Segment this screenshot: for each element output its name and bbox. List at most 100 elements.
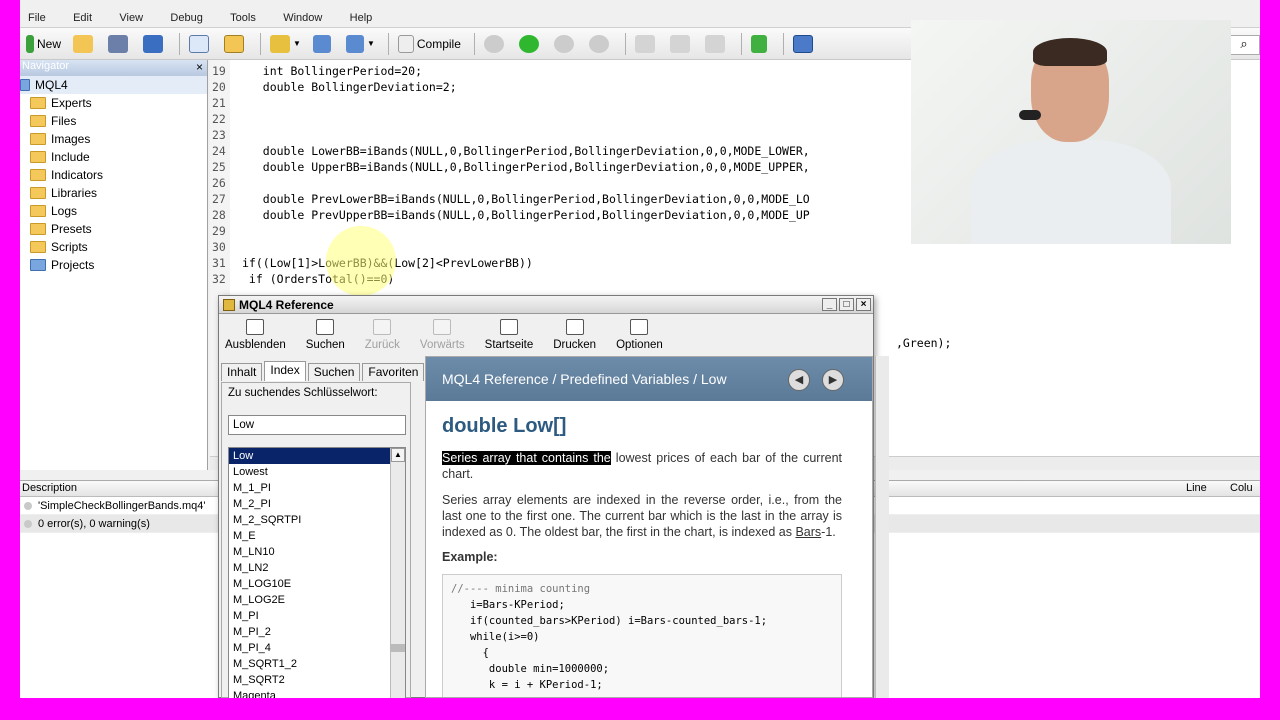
code-line: 20 double BollingerDeviation=2;: [212, 80, 457, 96]
home-button[interactable]: Startseite: [485, 319, 533, 351]
navigator-item-label: Experts: [51, 96, 92, 110]
variables-button[interactable]: [309, 31, 338, 57]
step-into-button[interactable]: [631, 31, 662, 57]
open-button[interactable]: [69, 31, 100, 57]
bars-link[interactable]: Bars: [795, 525, 821, 539]
navigator-item-libraries[interactable]: Libraries: [20, 184, 207, 202]
menu-tools[interactable]: Tools: [230, 12, 256, 24]
stop-icon: [588, 34, 609, 53]
navigator-item-logs[interactable]: Logs: [20, 202, 207, 220]
index-item[interactable]: M_LN2: [229, 560, 405, 576]
tab-contents[interactable]: Inhalt: [221, 363, 263, 381]
forward-button[interactable]: Vorwärts: [420, 319, 465, 351]
menu-window[interactable]: Window: [283, 12, 322, 24]
navigator-item-scripts[interactable]: Scripts: [20, 238, 207, 256]
index-item[interactable]: M_PI_2: [229, 624, 405, 640]
stop-debug-button[interactable]: [585, 31, 616, 57]
printer-icon: [565, 319, 584, 335]
navigator-item-experts[interactable]: Experts: [20, 94, 207, 112]
menu-help[interactable]: Help: [350, 12, 373, 24]
toolbox-toggle-button[interactable]: [220, 31, 251, 57]
info-icon: [24, 501, 32, 510]
hide-button[interactable]: Ausblenden: [225, 319, 286, 351]
menu-view[interactable]: View: [119, 12, 143, 24]
tab-favorites[interactable]: Favoriten: [362, 363, 425, 381]
play-icon: [518, 34, 539, 53]
navigator-item-projects[interactable]: Projects: [20, 256, 207, 274]
prev-topic-button[interactable]: ◀: [788, 369, 810, 391]
options-icon: [630, 319, 649, 335]
column-description[interactable]: Description: [22, 482, 77, 494]
index-item[interactable]: M_SQRT2: [229, 672, 405, 688]
navigator-root[interactable]: MQL4: [20, 76, 207, 94]
navigator-toggle-button[interactable]: [185, 31, 216, 57]
mql-wizard-button[interactable]: ▼: [266, 31, 305, 57]
index-item[interactable]: M_2_PI: [229, 496, 405, 512]
index-item[interactable]: M_LN10: [229, 544, 405, 560]
index-item[interactable]: M_SQRT1_2: [229, 656, 405, 672]
navigator-item-indicators[interactable]: Indicators: [20, 166, 207, 184]
functions-button[interactable]: ▼: [342, 31, 379, 57]
index-item[interactable]: Lowest: [229, 464, 405, 480]
metaeditor-window: File Edit View Debug Tools Window Help N…: [20, 0, 1260, 698]
column-column[interactable]: Colu: [1230, 482, 1253, 494]
index-item[interactable]: M_LOG2E: [229, 592, 405, 608]
close-icon[interactable]: ×: [196, 60, 203, 74]
next-topic-button[interactable]: ▶: [822, 369, 844, 391]
index-item[interactable]: M_1_PI: [229, 480, 405, 496]
index-item[interactable]: Low: [229, 448, 405, 464]
terminal-button[interactable]: [789, 31, 820, 57]
maximize-button[interactable]: □: [839, 298, 854, 311]
menu-file[interactable]: File: [28, 12, 46, 24]
topic-heading: double Low[]: [442, 415, 567, 437]
step-out-button[interactable]: [701, 31, 732, 57]
options-button[interactable]: Optionen: [616, 319, 663, 351]
scroll-up-icon[interactable]: ▲: [391, 448, 405, 462]
wizard-icon: [270, 34, 291, 53]
index-item[interactable]: M_PI_4: [229, 640, 405, 656]
index-item[interactable]: M_2_SQRTPI: [229, 512, 405, 528]
search-help-button[interactable]: Suchen: [306, 319, 345, 351]
index-item[interactable]: Magenta: [229, 688, 405, 698]
index-item[interactable]: M_E: [229, 528, 405, 544]
keyword-input[interactable]: Low: [228, 415, 406, 435]
navigator-item-label: Scripts: [51, 240, 88, 254]
run-to-cursor-button[interactable]: [747, 31, 774, 57]
debug-step-button[interactable]: [480, 31, 511, 57]
frame-bottom-border: [0, 698, 1280, 720]
step-over-icon: [669, 34, 690, 53]
index-item[interactable]: M_LOG10E: [229, 576, 405, 592]
start-debug-button[interactable]: [515, 31, 546, 57]
scrollbar-thumb[interactable]: [391, 644, 405, 652]
save-all-button[interactable]: [139, 31, 170, 57]
back-button[interactable]: Zurück: [365, 319, 400, 351]
save-button[interactable]: [104, 31, 135, 57]
navigator-item-files[interactable]: Files: [20, 112, 207, 130]
menu-debug[interactable]: Debug: [170, 12, 202, 24]
line-number: 28: [212, 208, 226, 222]
tab-search[interactable]: Suchen: [307, 363, 361, 381]
tab-index[interactable]: Index: [264, 361, 306, 381]
navigator-item-include[interactable]: Include: [20, 148, 207, 166]
menu-edit[interactable]: Edit: [73, 12, 92, 24]
index-scrollbar[interactable]: ▲: [390, 448, 405, 698]
index-list[interactable]: Low Lowest M_1_PI M_2_PI M_2_SQRTPI M_E …: [228, 447, 406, 698]
compile-button[interactable]: Compile: [394, 31, 465, 57]
step-over-button[interactable]: [666, 31, 697, 57]
minimize-button[interactable]: _: [822, 298, 837, 311]
line-number: 22: [212, 112, 226, 126]
compile-label: Compile: [416, 36, 461, 51]
column-line[interactable]: Line: [1186, 482, 1207, 494]
new-button[interactable]: New: [22, 31, 65, 57]
content-scrollbar[interactable]: [875, 356, 889, 698]
close-button[interactable]: ×: [856, 298, 871, 311]
step-out-icon: [704, 34, 725, 53]
index-item[interactable]: M_PI: [229, 608, 405, 624]
navigator-item-presets[interactable]: Presets: [20, 220, 207, 238]
navigator-item-images[interactable]: Images: [20, 130, 207, 148]
pause-debug-button[interactable]: [550, 31, 581, 57]
toolbar-separator: [473, 32, 475, 55]
search-button[interactable]: ⌕: [1228, 35, 1260, 55]
code-line: //---- minima counting: [451, 583, 591, 595]
print-button[interactable]: Drucken: [553, 319, 596, 351]
